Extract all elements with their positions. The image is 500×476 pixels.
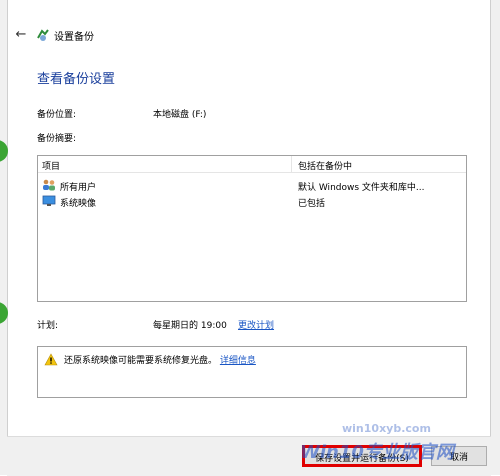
window-title: 设置备份 — [54, 32, 94, 43]
item-name: 所有用户 — [60, 183, 97, 193]
cancel-button[interactable]: 取消 — [431, 446, 487, 466]
list-header: 项目 包括在备份中 — [38, 156, 466, 173]
backup-summary-label: 备份摘要: — [37, 134, 77, 144]
list-item[interactable]: 所有用户 默认 Windows 文件夹和库中... — [38, 178, 466, 193]
save-button-label: 保存设置并运行备份(S) — [315, 454, 409, 464]
side-indicator — [0, 140, 8, 162]
backup-icon — [37, 29, 49, 41]
change-schedule-link[interactable]: 更改计划 — [238, 318, 274, 331]
window-right-edge — [490, 0, 500, 475]
schedule-value: 每星期日的 19:00 — [153, 321, 227, 331]
page-title: 查看备份设置 — [37, 72, 116, 87]
schedule-label: 计划: — [37, 321, 59, 331]
monitor-icon — [42, 195, 56, 206]
item-included: 默认 Windows 文件夹和库中... — [298, 183, 425, 193]
header: ← 设置备份 — [7, 24, 491, 50]
column-header-included[interactable]: 包括在备份中 — [298, 159, 352, 172]
side-indicator — [0, 302, 8, 324]
save-and-run-backup-button[interactable]: 保存设置并运行备份(S) — [302, 445, 422, 467]
backup-location-label: 备份位置: — [37, 110, 77, 120]
arrow-left-icon[interactable]: ← — [13, 27, 29, 43]
item-included: 已包括 — [298, 199, 326, 209]
warning-panel: 还原系统映像可能需要系统修复光盘。 详细信息 — [37, 346, 467, 398]
item-name: 系统映像 — [60, 199, 97, 209]
list-item[interactable]: 系统映像 已包括 — [38, 194, 466, 209]
warning-icon — [44, 353, 58, 366]
details-link[interactable]: 详细信息 — [220, 356, 256, 366]
column-header-item[interactable]: 项目 — [42, 159, 60, 172]
users-icon — [43, 179, 55, 191]
warning-text: 还原系统映像可能需要系统修复光盘。 — [64, 356, 218, 366]
watermark-url: win10xyb.com — [342, 422, 431, 435]
footer-bar: 保存设置并运行备份(S) 取消 — [7, 436, 491, 476]
column-divider — [291, 156, 292, 172]
backup-location-value: 本地磁盘 (F:) — [153, 110, 207, 120]
backup-summary-list[interactable]: 项目 包括在备份中 所有用户 默认 Windows 文件夹和库中... 系统映像… — [37, 155, 467, 302]
window-left-edge — [0, 0, 8, 475]
warning-message: 还原系统映像可能需要系统修复光盘。 详细信息 — [64, 353, 256, 366]
